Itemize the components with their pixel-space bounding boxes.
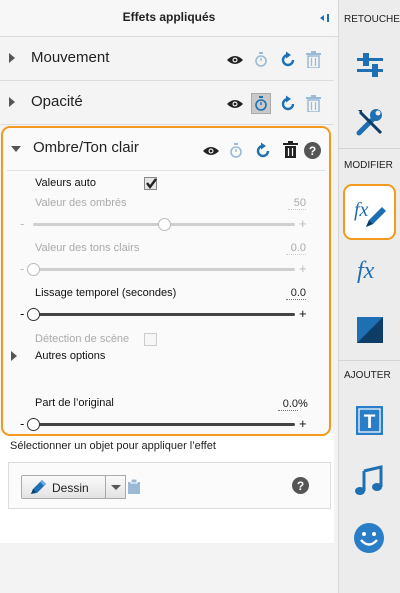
svg-text:?: ?	[309, 144, 316, 158]
reset-icon[interactable]	[279, 95, 297, 113]
expand-caret-icon[interactable]	[9, 53, 15, 63]
lissage-slider-track[interactable]	[33, 313, 295, 316]
valeurs-auto-checkbox[interactable]	[144, 177, 157, 190]
text-title-icon[interactable]: T	[351, 403, 387, 439]
tons-clairs-label: Valeur des tons clairs	[35, 242, 140, 254]
panel-title: Effets appliqués	[122, 10, 216, 24]
rail-divider	[339, 148, 400, 149]
ombres-plus[interactable]: +	[299, 216, 307, 231]
rail-divider	[339, 360, 400, 361]
svg-text:?: ?	[297, 479, 304, 493]
reset-icon[interactable]	[279, 51, 297, 69]
ombres-value[interactable]: 50	[288, 197, 306, 210]
transition-icon[interactable]	[351, 312, 387, 348]
effect-card-ombre-ton-clair: Ombre/Ton clair ? Valeurs auto Valeur de…	[1, 126, 331, 436]
dessin-label: Dessin	[52, 481, 89, 495]
drawing-tool-card: Dessin ?	[8, 462, 331, 509]
tons-clairs-slider-track[interactable]	[33, 268, 295, 271]
part-original-slider-thumb[interactable]	[27, 418, 40, 431]
autres-options-label[interactable]: Autres options	[35, 350, 105, 362]
right-toolbar: RETOUCHE MODIFIER AJOUTER	[338, 0, 400, 593]
delete-trash-icon[interactable]	[306, 51, 321, 68]
timer-icon[interactable]	[255, 96, 267, 111]
part-original-minus[interactable]: -	[20, 416, 24, 431]
music-note-icon[interactable]	[351, 462, 387, 498]
delete-trash-icon[interactable]	[306, 95, 321, 112]
svg-text:fx: fx	[354, 199, 369, 221]
clipboard-icon[interactable]	[127, 479, 141, 494]
visibility-eye-icon[interactable]	[202, 145, 220, 157]
autres-options-caret-icon[interactable]	[11, 351, 17, 361]
lissage-slider-thumb[interactable]	[27, 308, 40, 321]
panel-header: Effets appliqués	[0, 0, 338, 37]
part-original-plus[interactable]: +	[299, 416, 307, 431]
effects-fx-pen-button-active[interactable]: fx	[343, 184, 396, 240]
visibility-eye-icon[interactable]	[226, 54, 244, 66]
emoji-smiley-icon[interactable]	[351, 520, 387, 556]
select-object-hint: Sélectionner un objet pour appliquer l’e…	[10, 440, 216, 452]
tons-clairs-slider-thumb[interactable]	[27, 263, 40, 276]
delete-trash-icon[interactable]	[283, 141, 298, 158]
fx-icon[interactable]: fx	[351, 252, 387, 288]
part-original-label: Part de l’original	[35, 397, 114, 409]
dessin-dropdown-arrow[interactable]	[105, 475, 126, 499]
modifier-heading: MODIFIER	[344, 160, 393, 171]
help-icon[interactable]: ?	[304, 142, 321, 159]
timer-icon[interactable]	[255, 52, 267, 67]
help-icon[interactable]: ?	[292, 477, 309, 494]
timer-icon[interactable]	[230, 143, 242, 158]
tons-clairs-plus[interactable]: +	[299, 261, 307, 276]
detection-scene-label: Détection de scène	[35, 333, 130, 345]
effect-label: Ombre/Ton clair	[33, 139, 139, 156]
svg-text:T: T	[364, 412, 376, 433]
reset-icon[interactable]	[254, 142, 272, 160]
header-separator	[7, 170, 325, 171]
adjust-sliders-icon[interactable]	[352, 47, 388, 83]
tons-clairs-value[interactable]: 0.0	[286, 242, 306, 255]
part-original-slider-track[interactable]	[33, 423, 295, 426]
effect-row-mouvement[interactable]: Mouvement	[0, 37, 334, 81]
tools-wrench-icon[interactable]	[352, 104, 388, 140]
valeurs-auto-label: Valeurs auto	[35, 177, 96, 189]
collapse-caret-icon[interactable]	[11, 146, 21, 152]
applied-effects-panel: Effets appliqués Mouvement Opacité Ombre…	[0, 0, 338, 593]
svg-text:fx: fx	[357, 258, 375, 284]
part-original-unit: %	[298, 398, 308, 410]
part-original-value[interactable]: 0.0	[278, 398, 298, 411]
pen-icon	[31, 480, 46, 494]
panel-bottom	[0, 543, 338, 593]
expand-caret-icon[interactable]	[9, 97, 15, 107]
lissage-minus[interactable]: -	[20, 306, 24, 321]
ajouter-heading: AJOUTER	[344, 370, 391, 381]
lissage-label: Lissage temporel (secondes)	[35, 287, 177, 299]
dessin-button[interactable]: Dessin	[21, 475, 106, 499]
tons-clairs-minus[interactable]: -	[20, 261, 24, 276]
dock-icon[interactable]	[318, 11, 332, 25]
lissage-plus[interactable]: +	[299, 306, 307, 321]
ombres-label: Valeur des ombrés	[35, 197, 127, 209]
ombres-slider-thumb[interactable]	[158, 218, 171, 231]
lissage-value[interactable]: 0.0	[286, 287, 306, 300]
checkmark-icon	[146, 178, 157, 189]
effect-label: Opacité	[31, 93, 83, 110]
detection-scene-checkbox[interactable]	[144, 333, 157, 346]
visibility-eye-icon[interactable]	[226, 98, 244, 110]
effect-label: Mouvement	[31, 49, 110, 66]
ombres-minus[interactable]: -	[20, 216, 24, 231]
effect-row-opacite[interactable]: Opacité	[0, 81, 334, 125]
retouche-heading: RETOUCHE	[344, 14, 400, 25]
fx-pen-icon: fx	[354, 199, 386, 227]
